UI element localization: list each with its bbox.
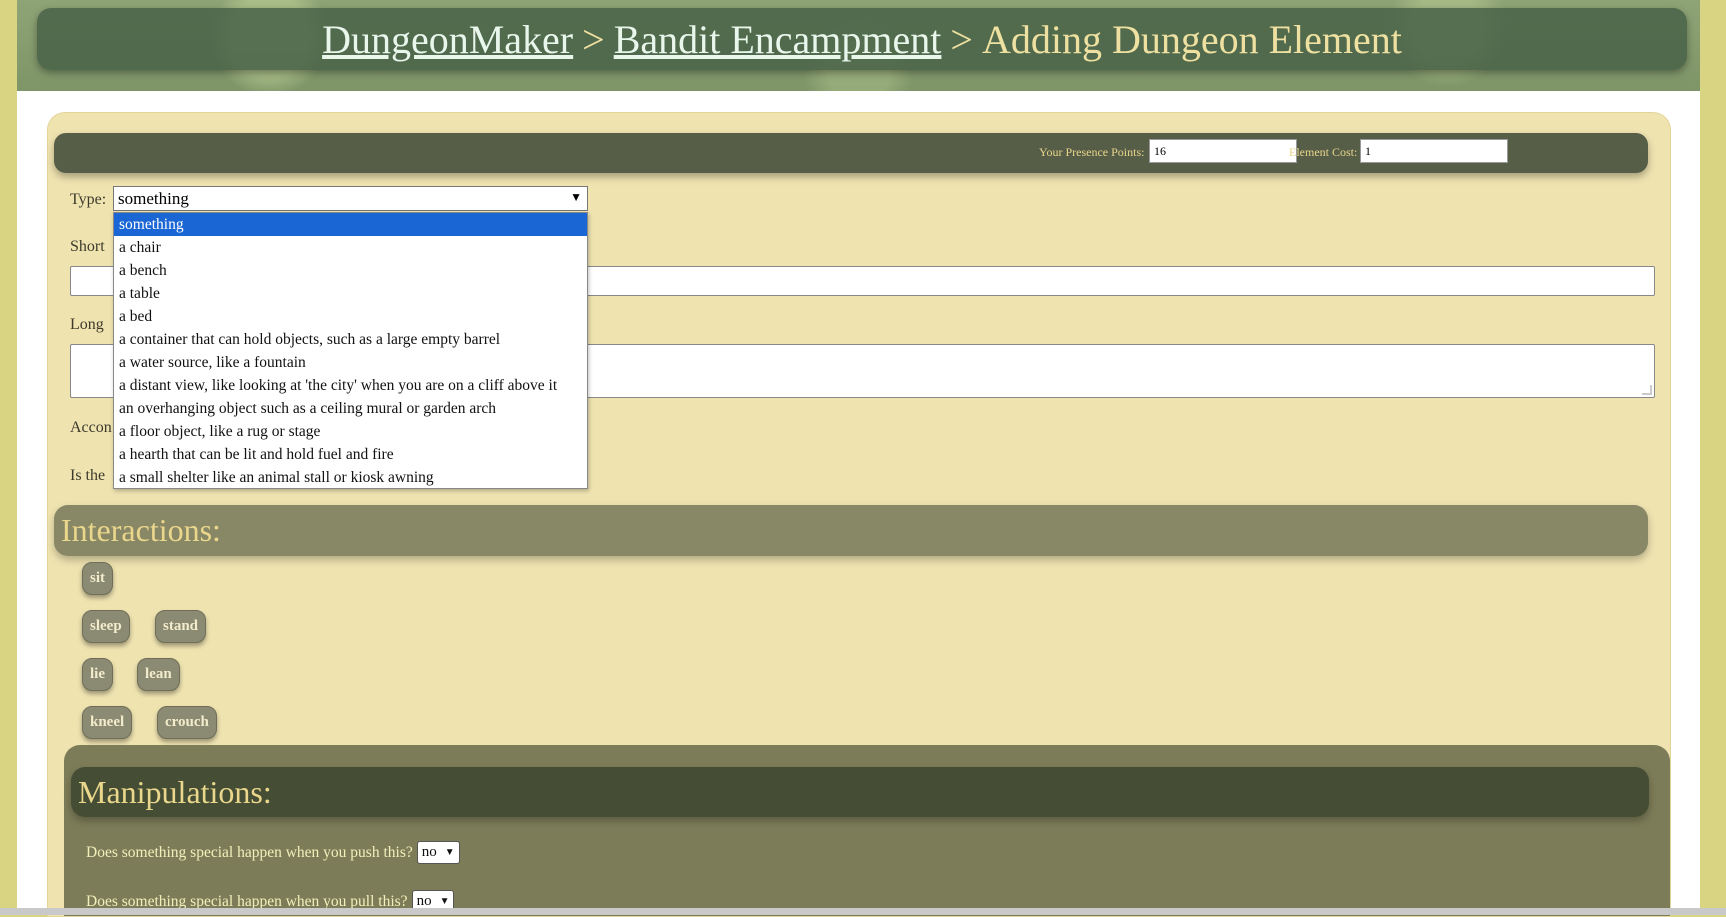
interactions-title: Interactions: — [61, 512, 221, 548]
type-option[interactable]: a water source, like a fountain — [114, 351, 587, 374]
horizontal-scrollbar[interactable] — [0, 908, 1726, 915]
manipulations-heading: Manipulations: — [71, 767, 1649, 817]
push-question-label: Does something special happen when you p… — [86, 843, 413, 861]
type-option[interactable]: a distant view, like looking at 'the cit… — [114, 374, 587, 397]
type-option[interactable]: a small shelter like an animal stall or … — [114, 466, 587, 489]
header-banner: DungeonMaker > Bandit Encampment > Addin… — [17, 0, 1700, 91]
type-option[interactable]: a chair — [114, 236, 587, 259]
short-description-label: Short — [70, 238, 105, 255]
breadcrumb-link-dungeon[interactable]: Bandit Encampment — [614, 16, 942, 63]
breadcrumb-separator: > — [582, 16, 605, 62]
manipulations-panel: Manipulations: Does something special ha… — [64, 745, 1670, 916]
resize-grip-icon[interactable] — [1642, 385, 1652, 395]
interaction-button-sit[interactable]: sit — [82, 562, 113, 595]
type-option[interactable]: a floor object, like a rug or stage — [114, 420, 587, 443]
type-option[interactable]: a hearth that can be lit and hold fuel a… — [114, 443, 587, 466]
type-option[interactable]: a container that can hold objects, such … — [114, 328, 587, 351]
chevron-down-icon: ▼ — [570, 190, 582, 204]
page-frame: DungeonMaker > Bandit Encampment > Addin… — [17, 0, 1700, 917]
long-description-label: Long — [70, 316, 104, 333]
push-question: Does something special happen when you p… — [86, 841, 460, 864]
push-select-value: no — [421, 844, 437, 860]
type-select-value: something — [118, 189, 189, 208]
breadcrumb-link-dungeonmaker[interactable]: DungeonMaker — [322, 16, 573, 63]
type-label: Type: — [70, 191, 107, 208]
presence-points-field[interactable] — [1149, 139, 1297, 163]
breadcrumb: DungeonMaker > Bandit Encampment > Addin… — [37, 8, 1687, 70]
page-title: Adding Dungeon Element — [981, 16, 1402, 62]
type-option[interactable]: a bed — [114, 305, 587, 328]
breadcrumb-separator: > — [950, 16, 973, 62]
chevron-down-icon: ▼ — [444, 847, 455, 858]
type-select[interactable]: something ▼ — [113, 186, 588, 211]
type-option[interactable]: a table — [114, 282, 587, 305]
interaction-button-kneel[interactable]: kneel — [82, 706, 133, 739]
points-bar: Your Presence Points: Element Cost: — [54, 133, 1648, 173]
is-the-label: Is the — [70, 467, 106, 484]
interaction-button-lie[interactable]: lie — [82, 658, 113, 691]
interactions-heading: Interactions: — [54, 505, 1648, 556]
type-options-list: something a chair a bench a table a bed … — [113, 212, 588, 489]
interaction-button-lean[interactable]: lean — [137, 658, 180, 691]
push-select[interactable]: no ▼ — [416, 841, 460, 864]
interaction-button-sleep[interactable]: sleep — [82, 610, 130, 643]
element-cost-field[interactable] — [1360, 139, 1508, 163]
chevron-down-icon: ▼ — [439, 896, 450, 907]
interaction-button-crouch[interactable]: crouch — [157, 706, 217, 739]
type-option[interactable]: an overhanging object such as a ceiling … — [114, 397, 587, 420]
type-option[interactable]: something — [114, 213, 587, 236]
interaction-button-stand[interactable]: stand — [155, 610, 207, 643]
presence-points-label: Your Presence Points: — [1039, 145, 1145, 159]
content-panel: Your Presence Points: Element Cost: Type… — [47, 112, 1671, 917]
type-option[interactable]: a bench — [114, 259, 587, 282]
element-cost-label: Element Cost: — [1289, 145, 1358, 159]
manipulations-title: Manipulations: — [78, 773, 272, 810]
accommodation-label: Accon — [70, 419, 112, 436]
